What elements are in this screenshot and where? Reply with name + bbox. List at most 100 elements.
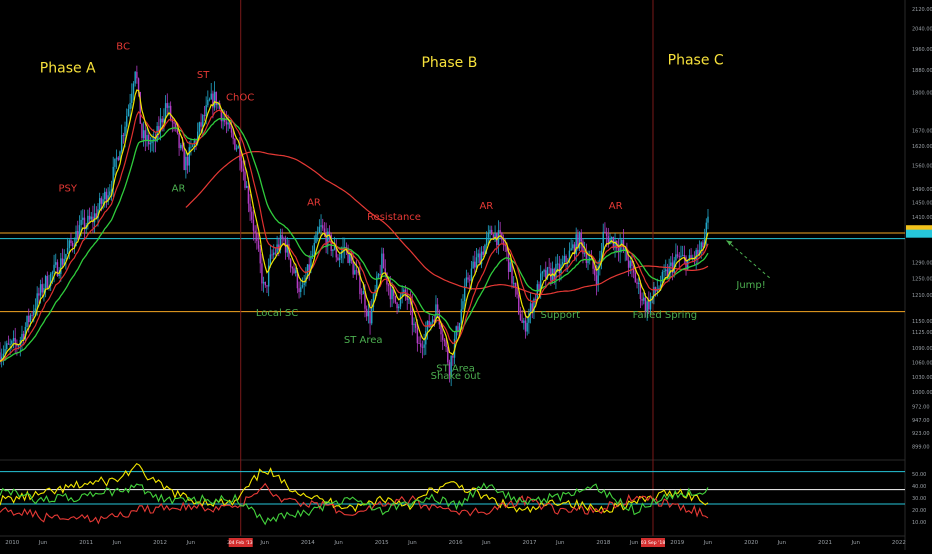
price-candle-body: [482, 251, 484, 255]
price-candle-body: [641, 298, 643, 301]
price-candle-body: [352, 260, 354, 275]
price-candle-body: [259, 248, 261, 264]
annotation-label: AR: [307, 198, 321, 209]
price-candle-body: [251, 211, 253, 220]
price-candle-body: [131, 93, 133, 103]
price-candle-body: [529, 303, 532, 314]
price-candle-body: [421, 346, 424, 348]
price-candle-body: [208, 99, 211, 101]
price-axis-tick-label: 1150.00: [912, 319, 932, 325]
price-candle-body: [303, 283, 305, 286]
oscillator-axis-tick-label: 10.00: [912, 520, 926, 526]
time-axis-tick-label: 2010: [5, 540, 19, 546]
annotation-label: Shake out: [431, 371, 481, 382]
time-axis-tick-label: 2012: [153, 540, 167, 546]
price-candle-body: [56, 262, 59, 276]
price-candle-body: [472, 261, 474, 269]
annotation-label: AR: [609, 201, 623, 212]
price-candle-body: [332, 249, 334, 252]
price-candle-body: [301, 285, 304, 288]
price-axis-tick-label: 1620.00: [912, 144, 932, 150]
price-candle-body: [587, 260, 589, 264]
price-candle-body: [246, 185, 248, 188]
price-candle-body: [142, 130, 145, 139]
time-axis-tick-label: 2017: [522, 540, 536, 546]
price-candle-body: [300, 287, 302, 292]
price-candle-body: [53, 264, 55, 273]
price-candle-body: [191, 145, 194, 147]
price-candle-body: [605, 232, 608, 237]
price-candle-body: [354, 270, 356, 275]
annotation-label: Support: [540, 310, 580, 321]
price-candle-body: [489, 229, 491, 233]
price-candle-body: [308, 264, 310, 271]
price-candle-body: [257, 241, 260, 249]
price-candle-body: [436, 304, 439, 311]
price-candle-body: [225, 121, 228, 125]
price-candle-body: [82, 217, 84, 220]
price-candle-body: [105, 191, 108, 202]
price-candle-body: [93, 213, 96, 223]
price-axis-tick-label: 1290.00: [912, 260, 932, 266]
price-candle-body: [580, 232, 582, 242]
price-candle-body: [36, 293, 38, 309]
price-candle-body: [249, 203, 251, 212]
price-candle-body: [232, 132, 234, 139]
price-candle-body: [377, 274, 380, 277]
price-candle-body: [198, 122, 201, 132]
price-candle-body: [144, 130, 147, 141]
price-candle-body: [31, 315, 33, 316]
price-candle-body: [33, 310, 35, 316]
price-candle-body: [41, 284, 43, 293]
price-candle-body: [384, 268, 386, 273]
oscillator-axis-tick-label: 20.00: [912, 508, 926, 514]
price-candle-body: [122, 135, 125, 137]
price-candle-body: [21, 333, 23, 341]
price-candle-body: [382, 253, 385, 269]
price-candle-body: [149, 143, 152, 145]
price-candle-body: [46, 276, 49, 289]
annotation-label: Jump!: [735, 280, 765, 291]
price-candle-body: [210, 93, 212, 100]
price-candle-body: [254, 230, 256, 234]
price-candle-body: [316, 232, 319, 235]
price-candle-body: [315, 234, 317, 244]
annotation-label: Resistance: [367, 212, 421, 223]
price-candle-body: [289, 258, 292, 268]
price-candle-body: [29, 315, 32, 323]
price-candle-body: [523, 320, 525, 323]
time-axis-tick-label: Jun: [777, 540, 787, 546]
price-candle-body: [173, 122, 175, 124]
annotation-label: Failed Spring: [633, 310, 697, 321]
price-candle-body: [28, 315, 30, 323]
annotation-label: Local SC: [256, 308, 298, 319]
price-candle-body: [379, 274, 381, 275]
price-axis-tick-label: 1060.00: [912, 360, 932, 366]
oscillator-axis-tick-label: 40.00: [912, 484, 926, 490]
price-candle-body: [499, 230, 501, 233]
price-candle-body: [563, 255, 566, 263]
annotation-label: BC: [116, 42, 130, 53]
price-candle-body: [4, 349, 6, 354]
price-candle-body: [504, 245, 506, 247]
date-marker-label: 04 Feb '13: [229, 540, 253, 546]
price-candle-body: [697, 249, 699, 255]
price-candle-body: [643, 297, 645, 301]
price-candle-body: [237, 146, 239, 149]
oscillator-axis-tick-label: 50.00: [912, 472, 926, 478]
price-candle-body: [66, 248, 69, 254]
price-candle-body: [58, 273, 60, 276]
price-candle-body: [604, 231, 606, 233]
time-axis-tick-label: Jun: [850, 540, 860, 546]
annotation-label: AR: [172, 184, 186, 195]
price-candle-body: [328, 231, 331, 236]
price-candle-body: [55, 262, 57, 265]
price-candle-body: [100, 198, 103, 204]
price-candle-body: [168, 105, 170, 108]
price-candle-body: [104, 191, 106, 200]
price-candle-body: [235, 148, 238, 150]
price-candle-body: [180, 144, 182, 149]
time-axis-tick-label: 2016: [449, 540, 463, 546]
price-candle-body: [700, 242, 702, 250]
price-axis-tick-label: 1125.00: [912, 330, 932, 336]
